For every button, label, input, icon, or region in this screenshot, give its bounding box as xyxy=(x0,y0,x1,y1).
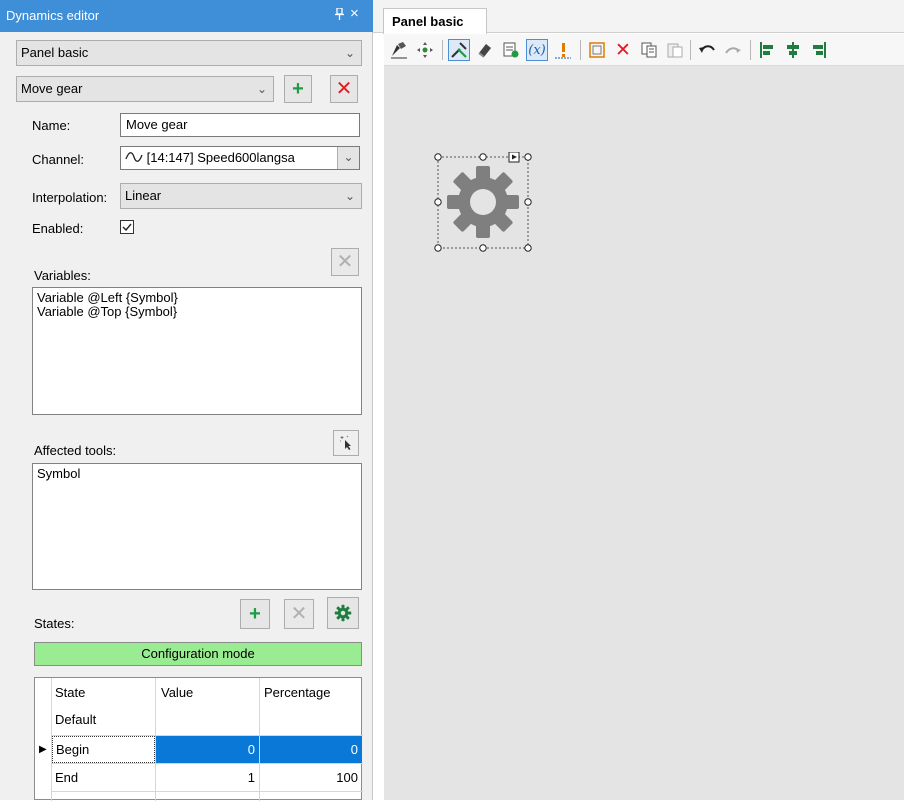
close-icon: ✕ xyxy=(335,78,353,100)
tab-panel-basic[interactable]: Panel basic xyxy=(383,8,487,34)
properties-icon[interactable] xyxy=(500,39,522,61)
align-right-icon[interactable] xyxy=(808,39,830,61)
state-cell[interactable]: Begin xyxy=(52,736,155,763)
gear-icon xyxy=(334,604,352,622)
close-icon: ✕ xyxy=(290,603,308,625)
paste-icon[interactable] xyxy=(664,39,686,61)
panel-canvas[interactable] xyxy=(384,66,904,800)
gear-symbol[interactable] xyxy=(432,152,536,254)
variables-label: Variables: xyxy=(34,268,91,283)
pin-icon[interactable] xyxy=(334,7,345,23)
toolbar-separator xyxy=(750,40,751,60)
interpolation-value: Linear xyxy=(125,188,162,203)
state-cell[interactable]: End xyxy=(55,764,78,792)
value-cell[interactable]: 1 xyxy=(156,764,259,792)
signal-wave-icon xyxy=(125,150,147,165)
enabled-checkbox[interactable] xyxy=(120,220,134,234)
variable-icon[interactable]: (x) xyxy=(526,39,548,61)
plus-icon: + xyxy=(249,603,261,625)
remove-state-button[interactable]: ✕ xyxy=(284,599,314,629)
states-label: States: xyxy=(34,616,75,631)
state-settings-button[interactable] xyxy=(327,597,359,629)
checkmark-icon xyxy=(122,223,132,232)
column-header-state[interactable]: State xyxy=(55,679,85,707)
column-header-percentage[interactable]: Percentage xyxy=(264,679,331,707)
percentage-cell[interactable]: 100 xyxy=(260,764,362,792)
align-left-icon[interactable] xyxy=(756,39,778,61)
configuration-mode-bar[interactable]: Configuration mode xyxy=(34,642,362,666)
toolbar-separator xyxy=(690,40,691,60)
value-cell[interactable]: 0 xyxy=(156,736,259,763)
move-icon[interactable] xyxy=(414,39,436,61)
pick-tool-button[interactable] xyxy=(333,430,359,456)
list-item[interactable]: Variable @Left {Symbol} xyxy=(37,291,357,305)
panel-header: Dynamics editor × xyxy=(0,0,373,32)
interpolation-select[interactable]: Linear ⌄ xyxy=(120,183,362,209)
list-item[interactable]: Symbol xyxy=(37,467,357,481)
percentage-cell[interactable]: 0 xyxy=(260,736,362,763)
undo-icon[interactable] xyxy=(696,39,718,61)
gear-icon xyxy=(447,166,519,238)
row-pointer-icon: ▶ xyxy=(39,744,47,755)
remove-variable-button[interactable]: ✕ xyxy=(331,248,359,276)
frame-icon[interactable] xyxy=(586,39,608,61)
panel-title: Dynamics editor xyxy=(6,8,100,23)
enabled-label: Enabled: xyxy=(32,221,84,236)
column-header-value[interactable]: Value xyxy=(161,679,193,707)
panel-selector-value: Panel basic xyxy=(21,45,89,60)
eraser-icon[interactable] xyxy=(474,39,496,61)
states-grid[interactable]: State Value Percentage Default ▶ Begin 0… xyxy=(34,677,363,801)
align-center-icon[interactable] xyxy=(782,39,804,61)
chevron-down-icon: ⌄ xyxy=(344,46,355,60)
name-field[interactable]: Move gear xyxy=(120,113,360,137)
channel-label: Channel: xyxy=(32,152,85,167)
name-label: Name: xyxy=(32,118,71,133)
toolbar-separator xyxy=(442,40,443,60)
copy-icon[interactable] xyxy=(638,39,660,61)
delete-icon[interactable]: ✕ xyxy=(612,39,634,61)
warning-icon[interactable] xyxy=(552,39,574,61)
editor-toolbar: (x) ✕ xyxy=(384,34,904,66)
redo-icon[interactable] xyxy=(722,39,744,61)
edit-mode-icon[interactable] xyxy=(388,39,410,61)
panel-selector[interactable]: Panel basic ⌄ xyxy=(16,40,362,66)
toolbar-separator xyxy=(580,40,581,60)
plus-icon: + xyxy=(292,78,304,100)
delete-dynamic-button[interactable]: ✕ xyxy=(330,75,358,103)
channel-value: [14:147] Speed600langsa xyxy=(146,150,295,165)
add-dynamic-button[interactable]: + xyxy=(284,75,312,103)
chevron-down-icon[interactable]: ⌄ xyxy=(337,147,359,169)
variables-list[interactable]: Variable @Left {Symbol} Variable @Top {S… xyxy=(32,287,362,415)
dynamic-selector[interactable]: Move gear ⌄ xyxy=(16,76,274,102)
list-item[interactable]: Variable @Top {Symbol} xyxy=(37,305,357,319)
chevron-down-icon: ⌄ xyxy=(256,82,267,96)
close-icon: ✕ xyxy=(336,251,354,273)
interpolation-label: Interpolation: xyxy=(32,190,108,205)
chevron-down-icon: ⌄ xyxy=(344,189,355,203)
add-state-button[interactable]: + xyxy=(240,599,270,629)
dynamics-editor-panel: Dynamics editor × Panel basic ⌄ Move gea… xyxy=(0,0,373,801)
pointer-sparkle-icon xyxy=(340,435,351,450)
affected-tools-label: Affected tools: xyxy=(34,443,117,458)
state-cell[interactable]: Default xyxy=(55,706,96,734)
tools-icon[interactable] xyxy=(448,39,470,61)
affected-tools-list[interactable]: Symbol xyxy=(32,463,362,590)
dynamic-selector-value: Move gear xyxy=(21,81,83,96)
close-panel-icon[interactable]: × xyxy=(350,5,359,22)
channel-select[interactable]: [14:147] Speed600langsa ⌄ xyxy=(120,146,360,170)
